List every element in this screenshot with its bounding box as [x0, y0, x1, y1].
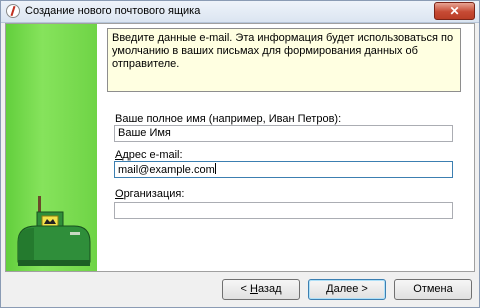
window-title: Создание нового почтового ящика	[25, 5, 201, 17]
back-arrow-icon: <	[240, 283, 247, 295]
organization-label: Организация:	[115, 188, 185, 200]
close-button[interactable]: ✕	[434, 2, 475, 20]
back-button[interactable]: < Назад	[222, 279, 300, 300]
organization-input[interactable]	[114, 202, 453, 219]
wizard-sidebar	[6, 24, 97, 271]
title-bar[interactable]: Создание нового почтового ящика ✕	[1, 1, 479, 23]
next-arrow-icon: >	[361, 283, 368, 295]
text-caret	[214, 163, 216, 174]
app-icon	[6, 4, 20, 18]
name-label: Ваше полное имя (например, Иван Петров):	[115, 113, 342, 125]
wizard-page: Введите данные e-mail. Эта информация бу…	[5, 23, 475, 272]
full-name-input[interactable]: Ваше Имя	[114, 125, 453, 142]
mailbox-icon	[17, 196, 91, 266]
info-text: Введите данные e-mail. Эта информация бу…	[107, 28, 461, 92]
cancel-button[interactable]: Отмена	[394, 279, 472, 300]
next-button[interactable]: Далее >	[308, 279, 386, 300]
email-input[interactable]: mail@example.com	[114, 161, 453, 178]
email-label: Адрес e-mail:	[115, 149, 183, 161]
new-mailbox-dialog: Создание нового почтового ящика ✕ Введит…	[0, 0, 480, 308]
